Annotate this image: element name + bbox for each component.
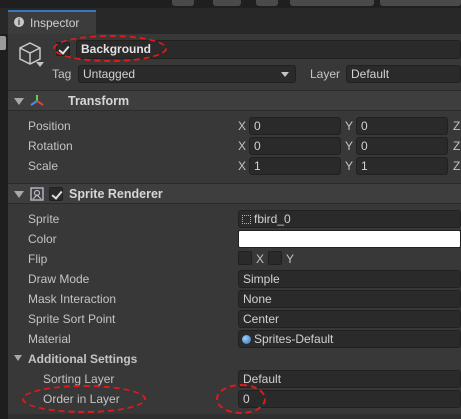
draw-mode-dropdown[interactable]: Simple [238, 270, 461, 288]
toolbar-button-search[interactable] [172, 0, 194, 6]
order-in-layer-field[interactable]: 0 [238, 390, 461, 408]
info-icon: i [14, 17, 24, 27]
flip-x-label: X [256, 252, 265, 266]
toolbar-button-collab[interactable] [213, 0, 241, 6]
tag-dropdown[interactable]: Untagged [78, 65, 296, 83]
rotation-label: Rotation [28, 139, 73, 153]
tag-dropdown-value: Untagged [83, 67, 136, 81]
scale-label: Scale [28, 159, 59, 173]
draw-mode-label: Draw Mode [28, 272, 90, 286]
sprite-sort-point-label: Sprite Sort Point [28, 312, 116, 326]
tab-inspector-label: Inspector [30, 16, 80, 30]
rotation-z-axis[interactable]: Z [453, 139, 460, 153]
scale-z-axis[interactable]: Z [453, 159, 460, 173]
flip-y-label: Y [286, 252, 295, 266]
color-label: Color [28, 232, 57, 246]
additional-settings-foldout-arrow[interactable] [14, 355, 22, 361]
annotation-ellipse-name [53, 35, 167, 62]
flip-label: Flip [28, 252, 48, 266]
position-label: Position [28, 119, 71, 133]
material-asset-icon [242, 335, 251, 344]
material-value: Sprites-Default [254, 332, 334, 346]
foldout-arrow-icon[interactable] [14, 98, 24, 105]
annotation-ellipse-order-value [216, 384, 266, 414]
sprite-value: fbird_0 [254, 212, 291, 226]
panel-lock-button[interactable] [0, 36, 6, 50]
rotation-x-axis[interactable]: X [238, 139, 246, 153]
bottom-divider [8, 414, 461, 419]
tag-label: Tag [52, 67, 72, 81]
flip-x-checkbox[interactable] [238, 251, 252, 265]
chevron-down-icon [281, 72, 289, 77]
account-dropdown[interactable] [290, 0, 374, 6]
layers-dropdown[interactable] [380, 0, 461, 6]
sorting-layer-label: Sorting Layer [43, 372, 115, 386]
scale-x-axis[interactable]: X [238, 159, 246, 173]
sprite-asset-icon [242, 215, 251, 224]
sprite-sort-point-dropdown[interactable]: Center [238, 310, 461, 328]
layer-dropdown-value: Default [351, 67, 390, 81]
transform-title: Transform [68, 94, 130, 108]
left-panel-edge [0, 34, 8, 419]
sorting-layer-dropdown[interactable]: Default [238, 370, 461, 388]
position-y-field[interactable]: 0 [356, 117, 448, 135]
scale-y-axis[interactable]: Y [345, 159, 353, 173]
mask-interaction-dropdown[interactable]: None [238, 290, 461, 308]
scale-y-field[interactable]: 1 [356, 157, 448, 175]
rotation-y-field[interactable]: 0 [356, 137, 448, 155]
toolbar-button-cloud[interactable] [256, 0, 278, 6]
rotation-y-axis[interactable]: Y [345, 139, 353, 153]
annotation-ellipse-order-label [22, 385, 146, 413]
material-label: Material [28, 332, 71, 346]
additional-settings-label[interactable]: Additional Settings [28, 352, 137, 366]
position-x-axis[interactable]: X [238, 119, 246, 133]
sprite-object-field[interactable]: fbird_0 [238, 210, 461, 228]
mask-interaction-label: Mask Interaction [28, 292, 117, 306]
transform-header[interactable]: Transform [8, 90, 461, 111]
position-z-axis[interactable]: Z [453, 119, 460, 133]
layer-label: Layer [310, 67, 341, 81]
tab-inspector[interactable]: i Inspector [8, 10, 96, 34]
top-toolbar-strip [0, 0, 461, 8]
transform-icon [30, 94, 44, 108]
flip-y-checkbox[interactable] [268, 251, 282, 265]
scale-x-field[interactable]: 1 [249, 157, 341, 175]
layer-dropdown[interactable]: Default [346, 65, 461, 83]
sprite-renderer-enabled-checkbox[interactable] [49, 187, 63, 201]
gameobject-icon-dropdown-arrow[interactable] [36, 62, 44, 67]
sprite-label: Sprite [28, 212, 60, 226]
sprite-renderer-icon [30, 187, 44, 201]
rotation-x-field[interactable]: 0 [249, 137, 341, 155]
foldout-arrow-icon[interactable] [14, 191, 24, 198]
sprite-renderer-header[interactable]: Sprite Renderer [8, 183, 461, 204]
position-y-axis[interactable]: Y [345, 119, 353, 133]
sprite-renderer-title: Sprite Renderer [69, 187, 163, 201]
position-x-field[interactable]: 0 [249, 117, 341, 135]
color-swatch[interactable] [238, 230, 461, 248]
material-object-field[interactable]: Sprites-Default [238, 330, 461, 348]
